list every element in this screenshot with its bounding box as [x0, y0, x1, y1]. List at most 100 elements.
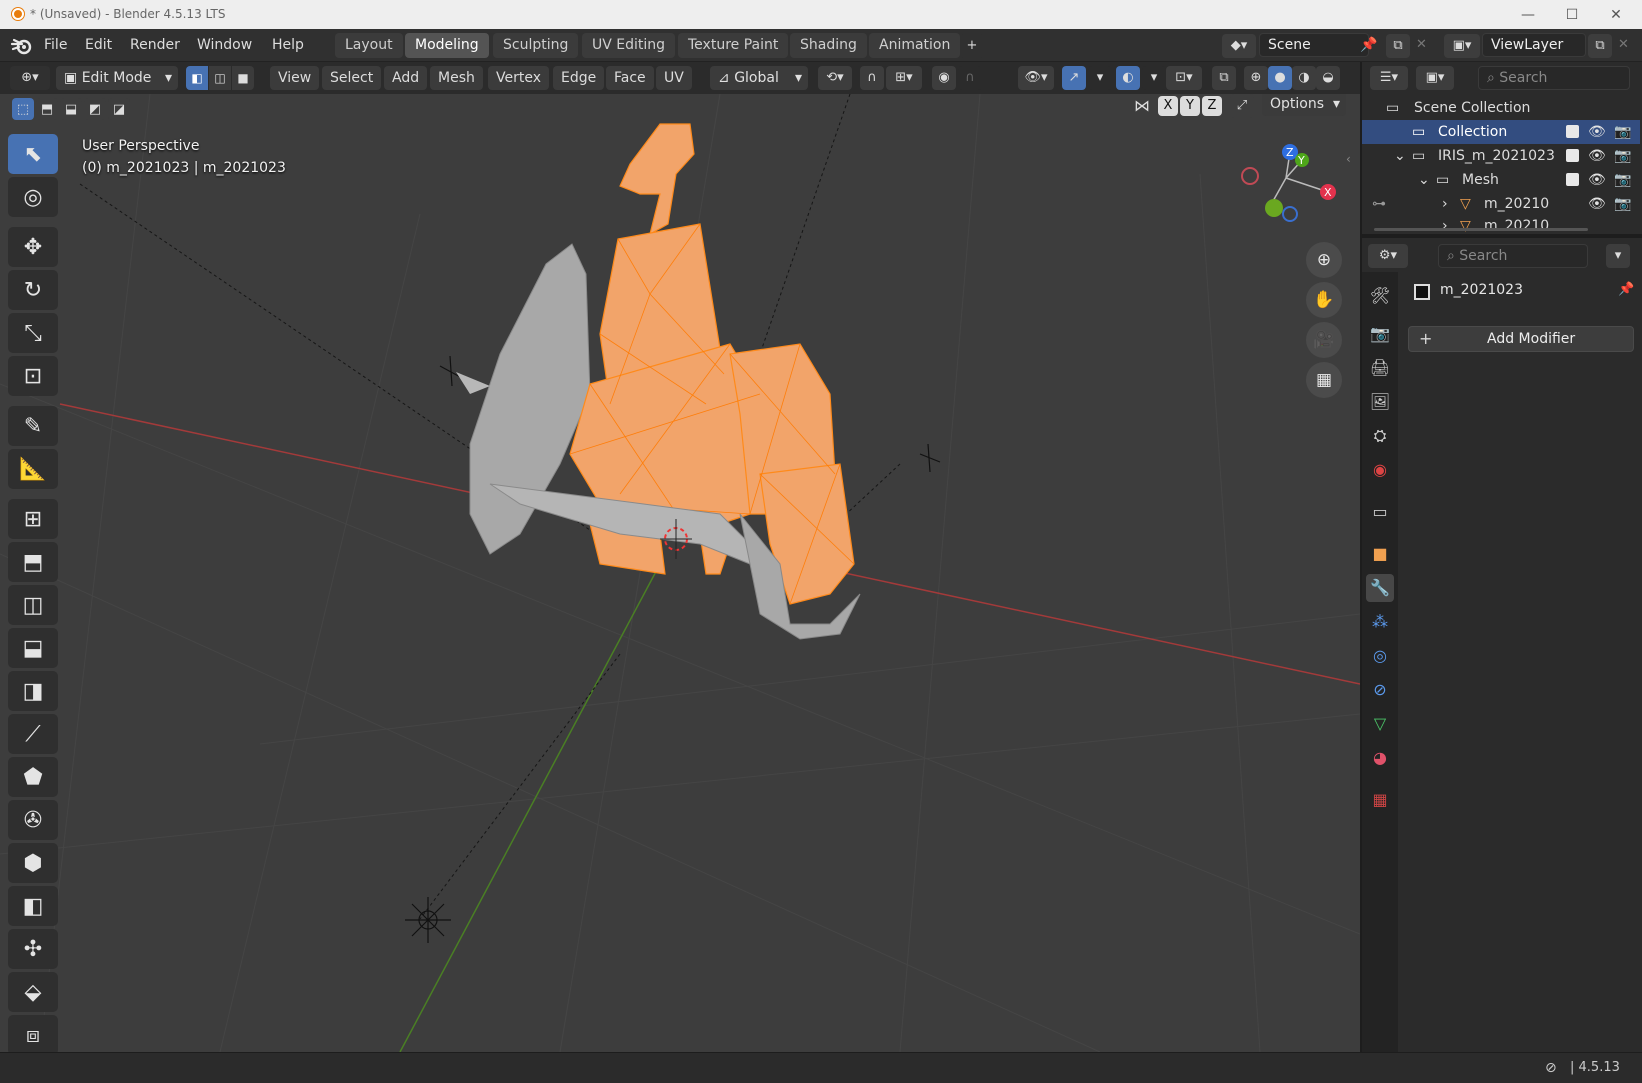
editor-type-icon[interactable]: ⊕▾ — [10, 66, 50, 90]
gizmo-dropdown-icon[interactable]: ▾ — [1088, 66, 1112, 90]
spin-tool-icon[interactable]: ✇ — [8, 800, 58, 840]
menu-window[interactable]: Window — [191, 35, 258, 55]
camera-view-icon[interactable]: 🎥 — [1306, 322, 1342, 358]
falloff-icon[interactable]: ∩ — [958, 66, 982, 90]
delete-scene-icon[interactable]: ✕ — [1416, 37, 1427, 52]
select-subtract-icon[interactable]: ⬓ — [60, 98, 82, 120]
outliner-row-scene-collection[interactable]: ▭ Scene Collection — [1362, 96, 1640, 120]
options-dropdown[interactable]: Options ▾ — [1262, 94, 1346, 116]
menu-render[interactable]: Render — [124, 35, 186, 55]
mesh-overlays-icon[interactable]: ⊡▾ — [1166, 66, 1202, 90]
menu-add[interactable]: Add — [384, 66, 428, 90]
texture-tab-icon[interactable]: ▦ — [1366, 786, 1394, 814]
inset-tool-icon[interactable]: ◫ — [8, 585, 58, 625]
camera-render-icon[interactable]: 📷 — [1614, 168, 1631, 192]
visibility-icon[interactable]: 👁▾ — [1018, 66, 1054, 90]
mode-selector[interactable]: ▣ Edit Mode ▾ — [56, 66, 178, 90]
tab-sculpting[interactable]: Sculpting — [493, 33, 579, 58]
menu-file[interactable]: File — [38, 35, 73, 55]
select-intersect-icon[interactable]: ◪ — [108, 98, 130, 120]
tab-layout[interactable]: Layout — [335, 33, 403, 58]
delete-view-layer-icon[interactable]: ✕ — [1618, 37, 1629, 52]
modifiers-tab-icon[interactable]: 🔧 — [1366, 574, 1394, 602]
new-view-layer-icon[interactable]: ⧉ — [1588, 34, 1612, 58]
zoom-icon[interactable]: ⊕ — [1306, 242, 1342, 278]
material-tab-icon[interactable]: ◕ — [1366, 744, 1394, 772]
outliner-row-iris-collection[interactable]: ⌄ ▭ IRIS_m_2021023 👁 📷 — [1362, 144, 1640, 168]
select-box-modes[interactable]: ⬚ ⬒ ⬓ ◩ ◪ — [12, 98, 130, 120]
extrude-tool-icon[interactable]: ⬒ — [8, 542, 58, 582]
blender-menu-icon[interactable] — [10, 36, 34, 56]
tab-texture-paint[interactable]: Texture Paint — [678, 33, 789, 58]
snap-target-icon[interactable]: ⊞▾ — [886, 66, 922, 90]
pivot-point-icon[interactable]: ⟲▾ — [818, 66, 852, 90]
collection-tab-icon[interactable]: ▭ — [1366, 498, 1394, 526]
exclude-checkbox[interactable] — [1566, 173, 1579, 186]
proportional-edit-icon[interactable]: ◉ — [932, 66, 956, 90]
menu-select[interactable]: Select — [322, 66, 382, 90]
camera-render-icon[interactable]: 📷 — [1614, 120, 1631, 144]
menu-face[interactable]: Face — [606, 66, 654, 90]
camera-render-icon[interactable]: 📷 — [1614, 144, 1631, 168]
gizmo-toggle-icon[interactable]: ↗ — [1062, 66, 1086, 90]
select-new-icon[interactable]: ⬚ — [12, 98, 34, 120]
output-tab-icon[interactable]: 🖨 — [1366, 354, 1394, 382]
menu-edge[interactable]: Edge — [553, 66, 605, 90]
3d-viewport[interactable]: ⬚ ⬒ ⬓ ◩ ◪ User Perspective (0) m_2021023… — [0, 94, 1360, 1052]
menu-edit[interactable]: Edit — [79, 35, 118, 55]
transform-tool-icon[interactable]: ⊡ — [8, 356, 58, 396]
scene-name-field[interactable]: Scene — [1259, 33, 1369, 57]
properties-editor-type-icon[interactable]: ⚙▾ — [1368, 244, 1408, 268]
snap-magnet-icon[interactable]: ∩ — [860, 66, 884, 90]
vertex-select-icon[interactable]: ◧ — [186, 66, 208, 90]
display-mode-icon[interactable]: ▣▾ — [1416, 66, 1454, 90]
minimize-button[interactable]: — — [1508, 4, 1548, 26]
perspective-toggle-icon[interactable]: ▦ — [1306, 362, 1342, 398]
sidebar-toggle-icon[interactable]: ‹ — [1346, 152, 1351, 166]
new-scene-icon[interactable]: ⧉ — [1386, 34, 1410, 58]
properties-search-input[interactable]: ⌕ Search — [1438, 244, 1588, 268]
pan-hand-icon[interactable]: ✋ — [1306, 282, 1342, 318]
menu-mesh[interactable]: Mesh — [430, 66, 483, 90]
render-tab-icon[interactable]: 📷 — [1366, 320, 1394, 348]
outliner-horizontal-scrollbar[interactable] — [1374, 228, 1588, 231]
tool-tab-icon[interactable]: 🛠 — [1366, 282, 1394, 310]
chevron-right-icon[interactable]: › — [1442, 192, 1448, 216]
annotate-tool-icon[interactable]: ✎ — [8, 406, 58, 446]
overlays-dropdown-icon[interactable]: ▾ — [1142, 66, 1166, 90]
menu-uv[interactable]: UV — [656, 66, 692, 90]
menu-view[interactable]: View — [270, 66, 320, 90]
tab-shading[interactable]: Shading — [790, 33, 867, 58]
tab-modeling[interactable]: Modeling — [405, 33, 489, 58]
close-window-button[interactable]: ✕ — [1596, 4, 1636, 26]
eye-icon[interactable]: 👁 — [1588, 192, 1606, 216]
material-preview-icon[interactable]: ◑ — [1292, 66, 1316, 90]
loop-cut-tool-icon[interactable]: ◨ — [8, 671, 58, 711]
outliner-editor-type-icon[interactable]: ☰▾ — [1370, 66, 1408, 90]
edge-select-icon[interactable]: ◫ — [209, 66, 231, 90]
maximize-button[interactable]: ☐ — [1552, 4, 1592, 26]
measure-tool-icon[interactable]: 📐 — [8, 449, 58, 489]
rip-tool-icon[interactable]: ⧈ — [8, 1015, 58, 1055]
properties-options-icon[interactable]: ▾ — [1606, 244, 1630, 268]
mirror-z-toggle[interactable]: Z — [1202, 96, 1222, 116]
scene-selector-icon[interactable]: ◆▾ — [1222, 34, 1256, 58]
shear-tool-icon[interactable]: ⬙ — [8, 972, 58, 1012]
mirror-y-toggle[interactable]: Y — [1180, 96, 1200, 116]
mirror-x-toggle[interactable]: X — [1158, 96, 1178, 116]
menu-vertex[interactable]: Vertex — [488, 66, 550, 90]
chevron-down-icon[interactable]: ⌄ — [1418, 168, 1430, 192]
eye-icon[interactable]: 👁 — [1588, 144, 1606, 168]
navigation-gizmo[interactable]: Z Y X — [1236, 138, 1336, 228]
chevron-down-icon[interactable]: ⌄ — [1394, 144, 1406, 168]
smooth-tool-icon[interactable]: ⬢ — [8, 843, 58, 883]
bevel-tool-icon[interactable]: ⬓ — [8, 628, 58, 668]
transform-orientation-dropdown[interactable]: ⊿ Global ▾ — [710, 66, 808, 90]
add-modifier-button[interactable]: + Add Modifier — [1408, 326, 1634, 352]
face-select-icon[interactable]: ■ — [232, 66, 254, 90]
cursor-tool-icon[interactable]: ◎ — [8, 177, 58, 217]
knife-tool-icon[interactable]: ⟋ — [8, 714, 58, 754]
move-tool-icon[interactable]: ✥ — [8, 227, 58, 267]
object-tab-icon[interactable]: ■ — [1366, 540, 1394, 568]
outliner-row-mesh-collection[interactable]: ⌄ ▭ Mesh 👁 📷 — [1362, 168, 1640, 192]
